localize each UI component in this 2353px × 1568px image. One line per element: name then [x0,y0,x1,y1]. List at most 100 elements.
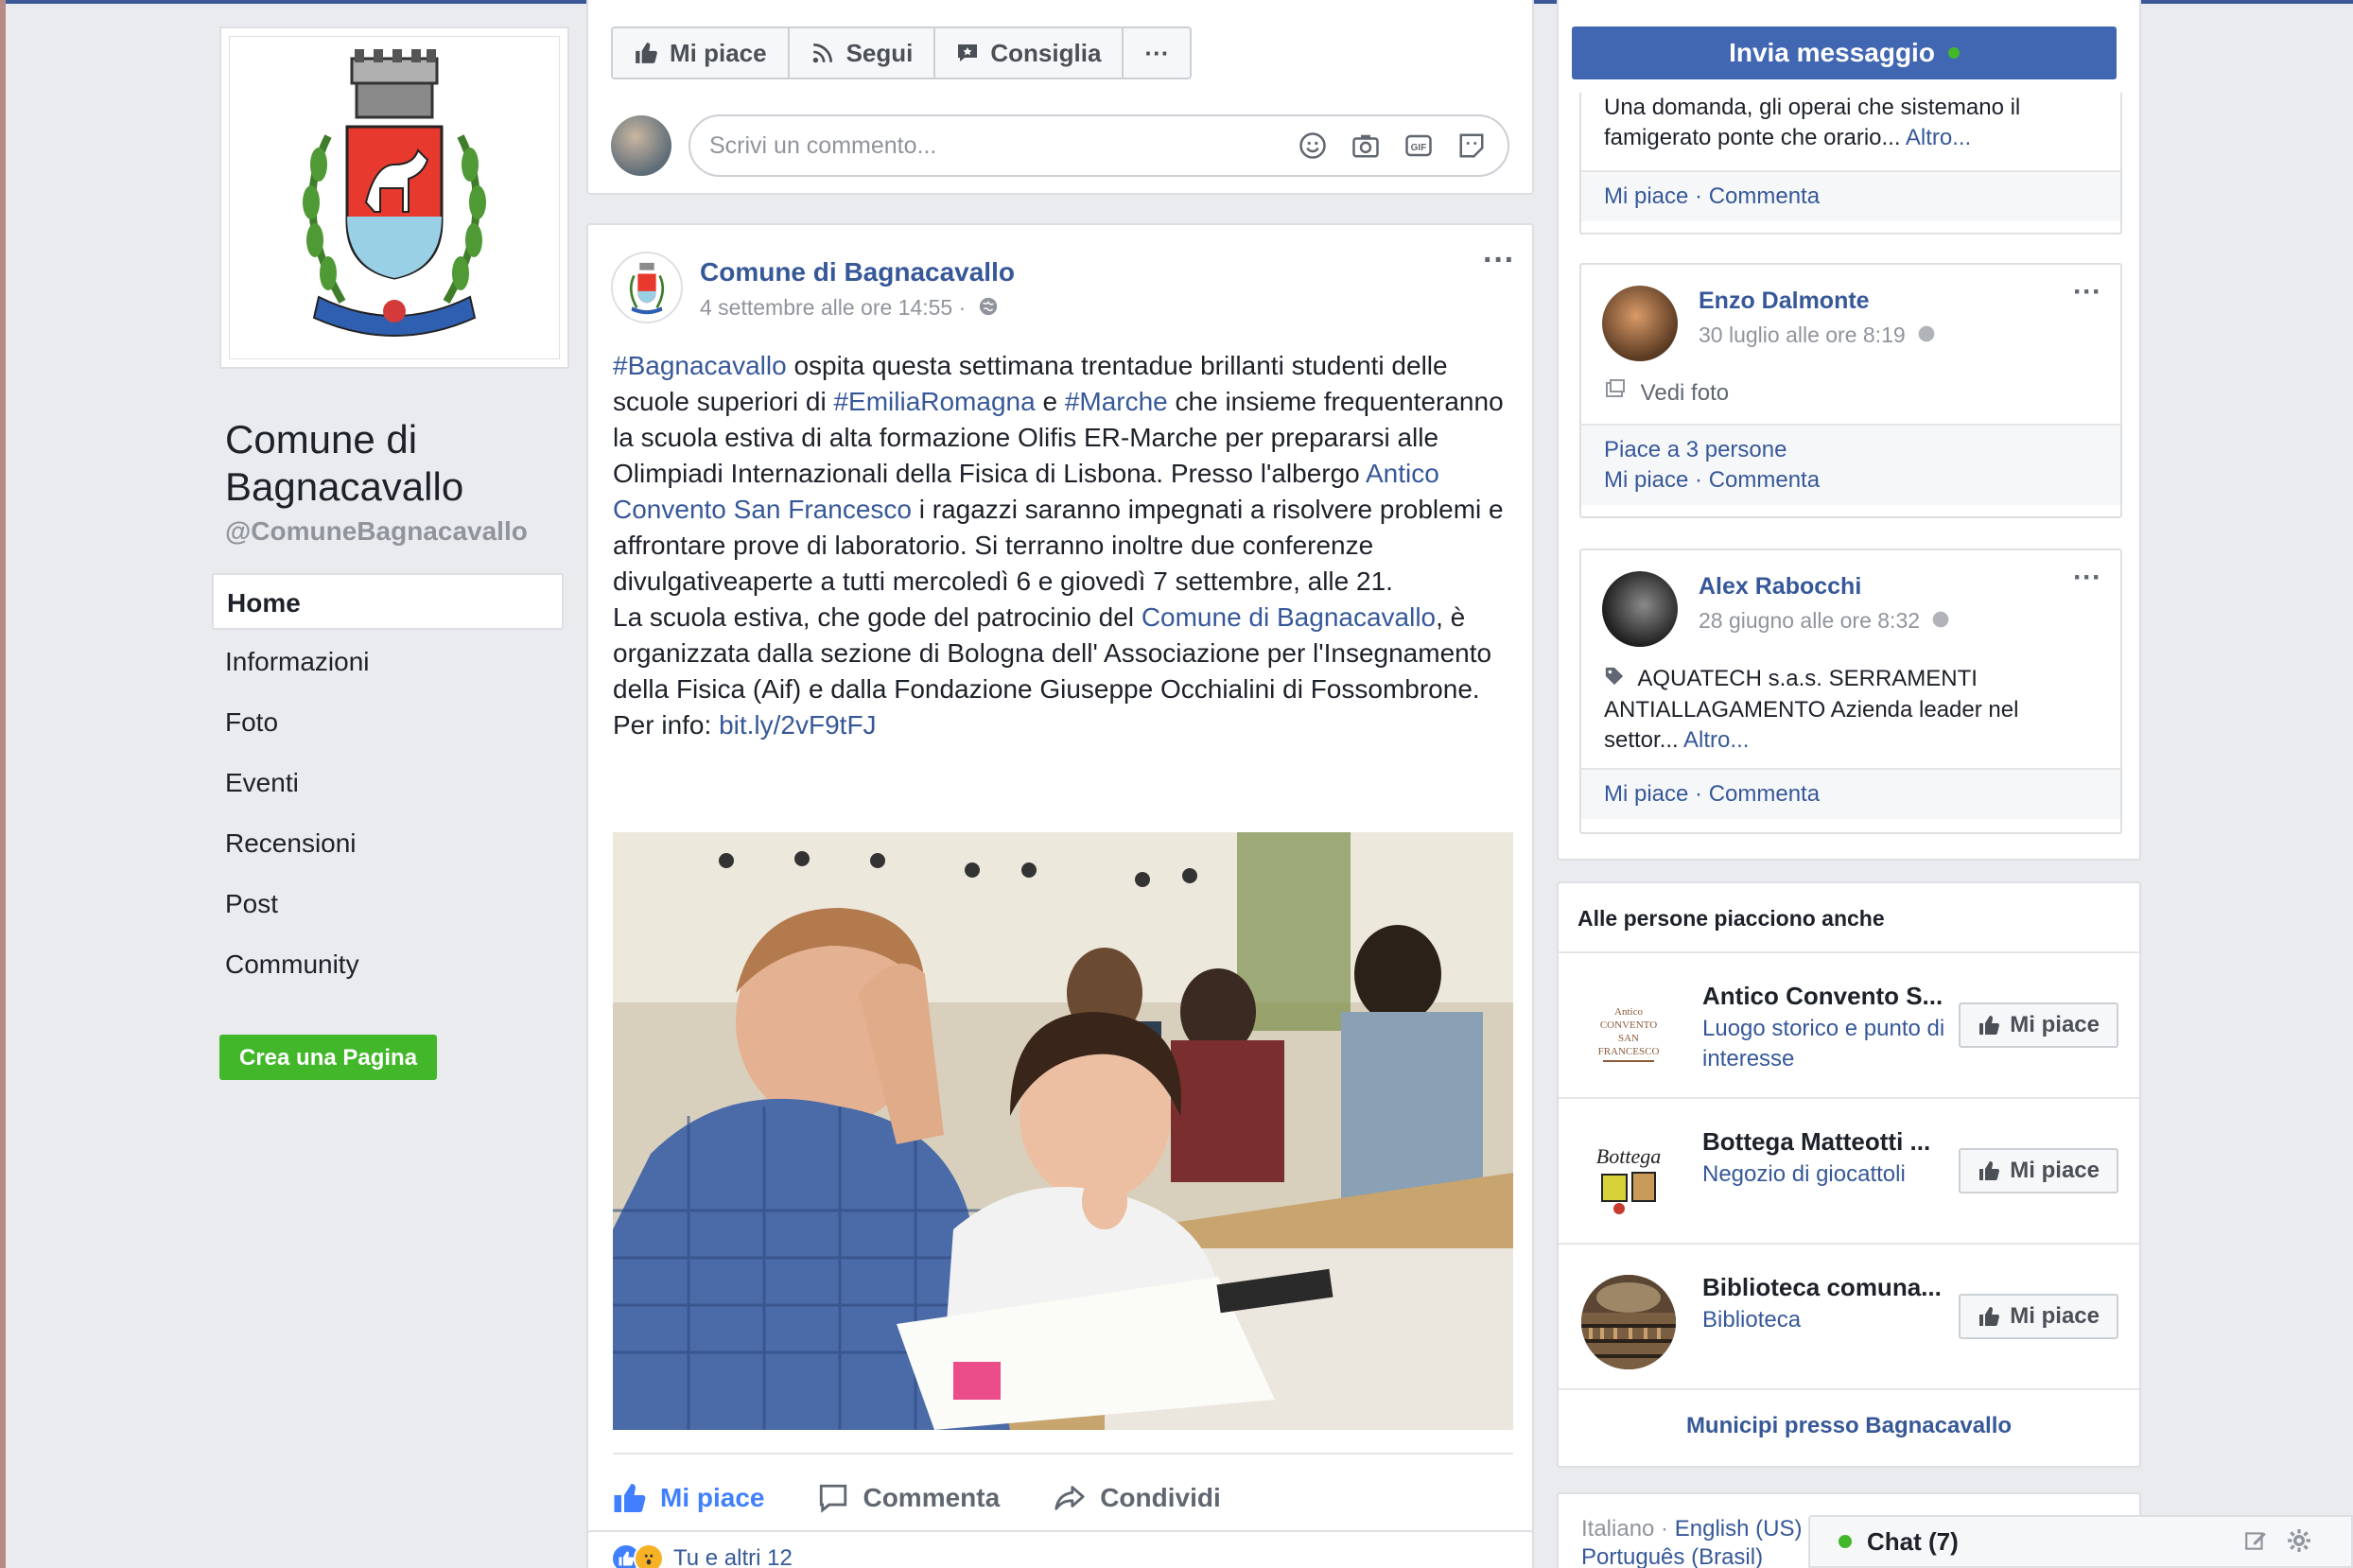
visitor-name[interactable]: Alex Rabocchi [1699,573,1950,601]
external-link[interactable]: bit.ly/2vF9tFJ [719,710,876,740]
post-author-avatar[interactable] [611,252,683,323]
visitor-post-body: AQUATECH s.a.s. SERRAMENTI ANTIALLAGAMEN… [1581,647,2120,768]
thumbs-up-icon [613,1481,647,1515]
post-text-segment: La scuola estiva, che gode del patrocini… [613,602,1142,632]
suggested-page-logo[interactable]: Bottega [1581,1129,1676,1224]
like-page-button[interactable]: Mi piace [611,26,790,79]
visitor-meta: Enzo Dalmonte 30 luglio alle ore 8:19 [1699,286,1936,361]
language-portuguese-link[interactable]: Português (Brasil) [1581,1544,1763,1568]
emoji-icon[interactable] [1296,129,1330,163]
suggested-page-like-button[interactable]: Mi piace [1959,1148,2118,1193]
hashtag-link[interactable]: #Bagnacavallo [613,351,787,380]
hashtag-link[interactable]: #EmiliaRomagna [833,387,1035,416]
send-message-button[interactable]: Invia messaggio [1572,26,2117,79]
visitor-post-date-text[interactable]: 30 luglio alle ore 8:19 [1699,322,1906,347]
post-like-label: Mi piace [660,1483,765,1512]
nav-item-recensioni[interactable]: Recensioni [212,815,564,872]
messages-card: Invia messaggio Una domanda, gli operai … [1557,0,2141,861]
action-bar-card: Mi piace Segui Consiglia ··· Scrivi un c… [586,0,1534,195]
suggested-page-category[interactable]: Biblioteca [1702,1305,1948,1335]
nav-item-foto[interactable]: Foto [212,694,564,751]
suggested-page-name[interactable]: Biblioteca comuna... [1702,1273,1942,1302]
more-actions-button[interactable]: ··· [1122,26,1193,79]
nav-item-post[interactable]: Post [212,876,564,932]
visitor-meta: Alex Rabocchi 28 giugno alle ore 8:32 [1699,571,1950,647]
visitor-post-options-button[interactable]: ··· [2073,276,2101,308]
camera-icon[interactable] [1349,129,1383,163]
post-time-text[interactable]: 4 settembre alle ore 14:55 · [700,295,966,320]
visitor-post-footer[interactable]: Mi piace · Commenta [1581,768,2120,819]
follow-button[interactable]: Segui [787,26,936,79]
chat-tools [2243,1528,2311,1559]
post-author-name[interactable]: Comune di Bagnacavallo [700,257,1015,287]
nav-item-home[interactable]: Home [212,573,564,630]
bottega-logo: Bottega [1583,1131,1674,1222]
suggested-page-like-button[interactable]: Mi piace [1959,1294,2118,1339]
visitor-name[interactable]: Enzo Dalmonte [1699,287,1936,315]
tag-icon [1604,665,1625,695]
comment-placeholder: Scrivi un commento... [709,131,937,159]
visitor-post-date-text[interactable]: 28 giugno alle ore 8:32 [1699,608,1920,633]
reactions-summary[interactable]: Tu e altri 12 [611,1543,793,1568]
suggested-page-category[interactable]: Negozio di giocattoli [1702,1159,1948,1190]
page-nav: Home Informazioni Foto Eventi Recensioni… [212,573,569,993]
likes-count-link[interactable]: Piace a 3 persone [1604,435,2098,465]
create-page-button[interactable]: Crea una Pagina [219,1035,438,1080]
follow-label: Segui [845,38,914,67]
read-more-link[interactable]: Altro... [1683,727,1749,753]
recommend-button[interactable]: Consiglia [933,26,1124,79]
visitor-avatar[interactable] [1602,571,1678,647]
visitor-post-options-button[interactable]: ··· [2073,562,2101,594]
like-page-label: Mi piace [670,38,767,67]
send-message-label: Invia messaggio [1729,38,1935,67]
compose-icon[interactable] [2243,1528,2268,1559]
municipalities-link[interactable]: Municipi presso Bagnacavallo [1559,1390,2139,1462]
page-handle[interactable]: @ComuneBagnacavallo [219,516,569,547]
globe-icon [978,296,999,322]
post-photo[interactable] [613,832,1513,1430]
wow-reaction-icon [634,1543,664,1568]
post-like-button[interactable]: Mi piace [613,1470,764,1526]
post-comment-button[interactable]: Commenta [817,1470,1000,1526]
current-user-avatar[interactable] [611,115,671,176]
suggested-page-category[interactable]: Luogo storico e punto di interesse [1702,1014,1948,1074]
nav-item-informazioni[interactable]: Informazioni [212,634,564,690]
see-photo-link[interactable]: Vedi foto [1641,380,1729,406]
visitor-post-footer[interactable]: Mi piace · Commenta [1581,170,2120,221]
suggested-page-name[interactable]: Bottega Matteotti ... [1702,1127,1930,1157]
mention-link[interactable]: Comune di Bagnacavallo [1142,602,1436,632]
visitor-post: Alex Rabocchi 28 giugno alle ore 8:32 ··… [1579,549,2122,834]
hashtag-link[interactable]: #Marche [1065,387,1168,416]
post-options-button[interactable]: ··· [1483,242,1515,279]
language-english-link[interactable]: English (US) [1675,1516,1803,1542]
like-comment-links[interactable]: Mi piace · Commenta [1604,465,2098,496]
nav-item-eventi[interactable]: Eventi [212,755,564,811]
share-arrow-icon [1053,1482,1087,1514]
post-share-button[interactable]: Condividi [1053,1470,1221,1526]
post-meta: Comune di Bagnacavallo 4 settembre alle … [700,252,1015,323]
comment-input[interactable]: Scrivi un commento... GIF [688,114,1509,177]
reactions-text: Tu e altri 12 [673,1545,793,1568]
page-action-buttons: Mi piace Segui Consiglia ··· [611,26,1193,79]
visitor-post-body: Una domanda, gli operai che sistemano il… [1581,93,2120,170]
people-also-like-title: Alle persone piacciono anche [1559,883,2139,953]
svg-text:GIF: GIF [1411,143,1427,153]
visitor-post-date: 30 luglio alle ore 8:19 [1699,322,1936,349]
antico-convento-logo: AnticoCONVENTO SAN FRANCESCO [1598,1006,1659,1062]
suggested-page-like-button[interactable]: Mi piace [1959,1002,2118,1048]
language-list: Italiano · English (US) Português (Brasi… [1581,1515,1827,1568]
read-more-link[interactable]: Altro... [1906,125,1971,150]
chat-bar[interactable]: Chat (7) [1808,1515,2353,1568]
suggested-page-logo[interactable] [1581,1275,1676,1369]
nav-item-community[interactable]: Community [212,936,564,993]
suggested-page-logo[interactable]: Antico CONVENTO SAN FRANCESCO [1581,984,1676,1078]
profile-picture[interactable] [219,26,569,369]
gif-icon[interactable]: GIF [1402,129,1436,163]
visitor-avatar[interactable] [1602,286,1678,361]
post-text-segment: Per info: [613,710,720,740]
sticker-icon[interactable] [1455,129,1489,163]
page-name[interactable]: Comune di Bagnacavallo [219,416,569,511]
gear-icon[interactable] [2287,1528,2311,1559]
suggested-page-name[interactable]: Antico Convento S... [1702,982,1943,1011]
post-divider [613,1453,1513,1455]
